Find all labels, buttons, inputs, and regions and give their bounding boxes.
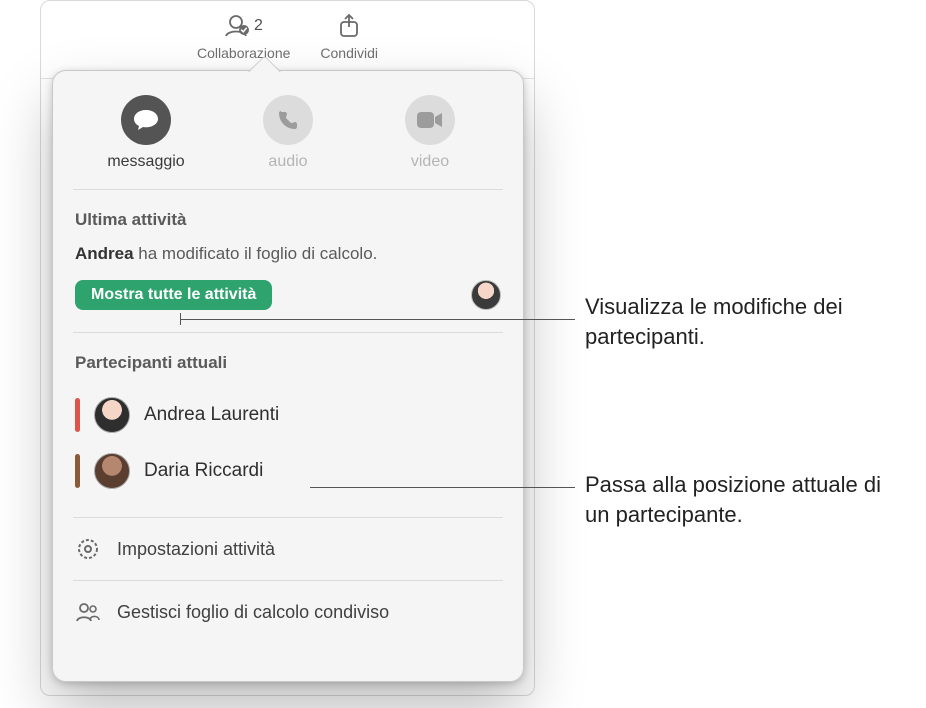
activity-actor: Andrea <box>75 244 134 263</box>
collaboration-popover: messaggio audio video Ultima attività An… <box>52 70 524 682</box>
svg-text:2: 2 <box>254 17 263 34</box>
participant-name: Andrea Laurenti <box>144 404 279 426</box>
participant-row[interactable]: Daria Riccardi <box>75 443 501 499</box>
people-icon <box>75 599 101 625</box>
manage-shared-row[interactable]: Gestisci foglio di calcolo condiviso <box>75 581 501 643</box>
share-label: Condividi <box>320 45 378 61</box>
toolbar: 2 Collaborazione Condividi <box>41 1 534 79</box>
callout-position: Passa alla posizione attuale di un parte… <box>585 470 905 529</box>
message-icon <box>121 95 171 145</box>
callout-line <box>180 319 575 320</box>
video-label: video <box>359 153 501 171</box>
activity-settings-row[interactable]: Impostazioni attività <box>75 518 501 580</box>
gear-icon <box>75 536 101 562</box>
activity-rest: ha modificato il foglio di calcolo. <box>134 244 378 263</box>
participant-row[interactable]: Andrea Laurenti <box>75 387 501 443</box>
video-icon <box>405 95 455 145</box>
participants-title: Partecipanti attuali <box>75 333 501 387</box>
audio-action[interactable]: audio <box>217 95 359 171</box>
message-action[interactable]: messaggio <box>75 95 217 171</box>
share-button[interactable]: Condividi <box>320 11 378 78</box>
participant-color <box>75 398 80 432</box>
callout-line <box>310 487 575 488</box>
avatar <box>94 397 130 433</box>
activity-avatar[interactable] <box>471 280 501 310</box>
participant-color <box>75 454 80 488</box>
activity-settings-label: Impostazioni attività <box>117 539 275 560</box>
participants-list: Andrea Laurenti Daria Riccardi <box>75 387 501 517</box>
latest-activity-text: Andrea ha modificato il foglio di calcol… <box>75 244 501 280</box>
avatar <box>94 453 130 489</box>
latest-activity-title: Ultima attività <box>75 190 501 244</box>
collaborate-label: Collaborazione <box>197 45 290 61</box>
participant-name: Daria Riccardi <box>144 460 263 482</box>
phone-icon <box>263 95 313 145</box>
message-label: messaggio <box>75 153 217 171</box>
callout-changes: Visualizza le modifiche dei partecipanti… <box>585 292 885 351</box>
contact-actions: messaggio audio video <box>75 89 501 189</box>
manage-shared-label: Gestisci foglio di calcolo condiviso <box>117 602 389 623</box>
show-all-activity-button[interactable]: Mostra tutte le attività <box>75 280 272 310</box>
collab-icon: 2 <box>222 11 266 41</box>
video-action[interactable]: video <box>359 95 501 171</box>
audio-label: audio <box>217 153 359 171</box>
share-icon <box>336 11 362 41</box>
